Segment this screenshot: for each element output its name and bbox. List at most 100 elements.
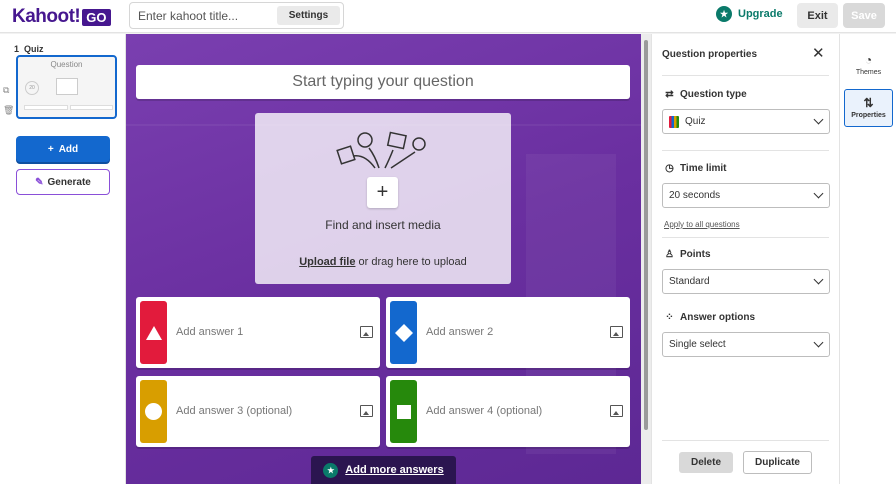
question-type-label: ⇄ Question type [664,89,747,100]
close-icon[interactable]: ✕ [812,46,825,61]
points-value: Standard [669,276,710,287]
divider [662,75,829,76]
trash-icon[interactable]: 🗑 [3,105,14,115]
quiz-icon [669,115,679,128]
add-more-answers-label: Add more answers [345,464,444,476]
answer-card-4[interactable]: Add answer 4 (optional) [386,376,630,447]
add-label: Add [58,143,79,155]
properties-label: Properties [851,112,886,119]
slide-number: 1 [14,44,20,54]
slide-thumbnail[interactable]: Question 20 [16,55,117,119]
star-icon: ★ [716,6,732,22]
upload-file-link[interactable]: Upload file [299,256,355,268]
question-type-icon: ⇄ [665,89,674,100]
answer-input[interactable]: Add answer 1 [176,326,243,338]
divider [662,237,829,238]
image-icon[interactable] [610,405,623,417]
points-select[interactable]: Standard [662,269,830,294]
square-icon [396,404,411,419]
circle-icon [145,403,162,420]
chevron-down-icon [813,114,824,125]
divider [662,150,829,151]
answer-input[interactable]: Add answer 3 (optional) [176,405,292,417]
answer-color-tile [140,380,167,443]
logo-text: Kahoot! [12,6,81,27]
points-text: Points [680,249,711,260]
answer-input[interactable]: Add answer 4 (optional) [426,405,542,417]
time-limit-label: ◷ Time limit [664,163,727,174]
themes-tab[interactable]: ◔ Themes [844,46,893,84]
slide-type: Quiz [24,44,44,54]
add-slide-button[interactable]: + Add [16,136,110,162]
scrollbar-thumb[interactable] [644,40,648,430]
points-label: ♙ Points [664,249,711,260]
themes-label: Themes [855,69,882,76]
upload-row: Upload file or drag here to upload [255,256,511,268]
time-limit-select[interactable]: 20 seconds [662,183,830,208]
answer-options-label: ⁘ Answer options [664,312,755,323]
media-types-icon [336,131,426,169]
answer-color-tile [390,301,417,364]
image-icon[interactable] [360,405,373,417]
answer-options-select[interactable]: Single select [662,332,830,357]
insert-media-button[interactable]: + [367,177,398,208]
diamond-icon [394,323,413,342]
question-type-value: Quiz [685,116,706,127]
delete-button[interactable]: Delete [679,452,733,473]
answer-input[interactable]: Add answer 2 [426,326,493,338]
apply-to-all-link[interactable]: Apply to all questions [664,220,740,229]
answer-card-3[interactable]: Add answer 3 (optional) [136,376,380,447]
canvas-scrollbar[interactable] [641,34,651,484]
image-icon[interactable] [360,326,373,338]
sliders-icon: ⇅ [863,96,874,110]
answer-card-2[interactable]: Add answer 2 [386,297,630,368]
properties-panel: Question properties ✕ ⇄ Question type Qu… [651,34,839,484]
answer-options-text: Answer options [680,312,756,323]
thumb-media-icon [56,78,78,95]
upload-hint: or drag here to upload [358,256,467,268]
slides-sidebar: 1 Quiz ⧉ 🗑 Question 20 + Add ✎ Generate [0,34,126,484]
media-dropzone[interactable]: + Find and insert media Upload file or d… [255,113,511,284]
answer-options-icon: ⁘ [665,312,674,323]
panel-title: Question properties [662,49,758,60]
thumb-title: Question [50,60,83,69]
top-bar: Kahoot! GO Settings ★ Upgrade Exit Save [0,0,896,33]
exit-button[interactable]: Exit [797,3,838,28]
settings-button[interactable]: Settings [277,6,340,25]
properties-tab[interactable]: ⇅ Properties [844,89,893,127]
kahoot-logo[interactable]: Kahoot! GO [12,6,111,28]
find-media-label: Find and insert media [325,218,441,232]
answer-card-1[interactable]: Add answer 1 [136,297,380,368]
thumb-timer: 20 [25,81,39,95]
divider [662,440,829,441]
plus-icon: + [47,143,54,155]
question-input[interactable]: Start typing your question [136,65,630,99]
chevron-down-icon [813,188,824,199]
image-icon[interactable] [610,326,623,338]
kahoot-title-input[interactable] [138,9,278,23]
title-field: Settings [129,2,344,29]
add-more-answers-button[interactable]: ★ Add more answers [311,456,456,484]
right-rail: ◔ Themes ⇅ Properties [839,34,896,484]
slide-label: 1 Quiz [14,44,44,54]
time-limit-value: 20 seconds [669,190,721,201]
duplicate-slide-icon[interactable]: ⧉ [3,85,13,95]
time-limit-text: Time limit [680,163,727,174]
upgrade-button[interactable]: ★ Upgrade [716,6,783,22]
upgrade-label: Upgrade [738,8,783,20]
clock-icon: ◷ [665,163,674,174]
question-type-text: Question type [680,89,747,100]
chevron-down-icon [813,337,824,348]
generate-label: Generate [47,176,91,188]
question-type-select[interactable]: Quiz [662,109,830,134]
generate-button[interactable]: ✎ Generate [16,169,110,195]
save-button[interactable]: Save [843,3,885,28]
magic-wand-icon: ✎ [35,176,44,188]
answer-color-tile [140,301,167,364]
duplicate-button[interactable]: Duplicate [743,451,812,474]
answer-options-value: Single select [669,339,726,350]
thumb-answer [70,105,113,110]
palette-icon: ◔ [864,53,873,67]
triangle-icon [145,325,162,340]
logo-badge: GO [82,8,111,26]
